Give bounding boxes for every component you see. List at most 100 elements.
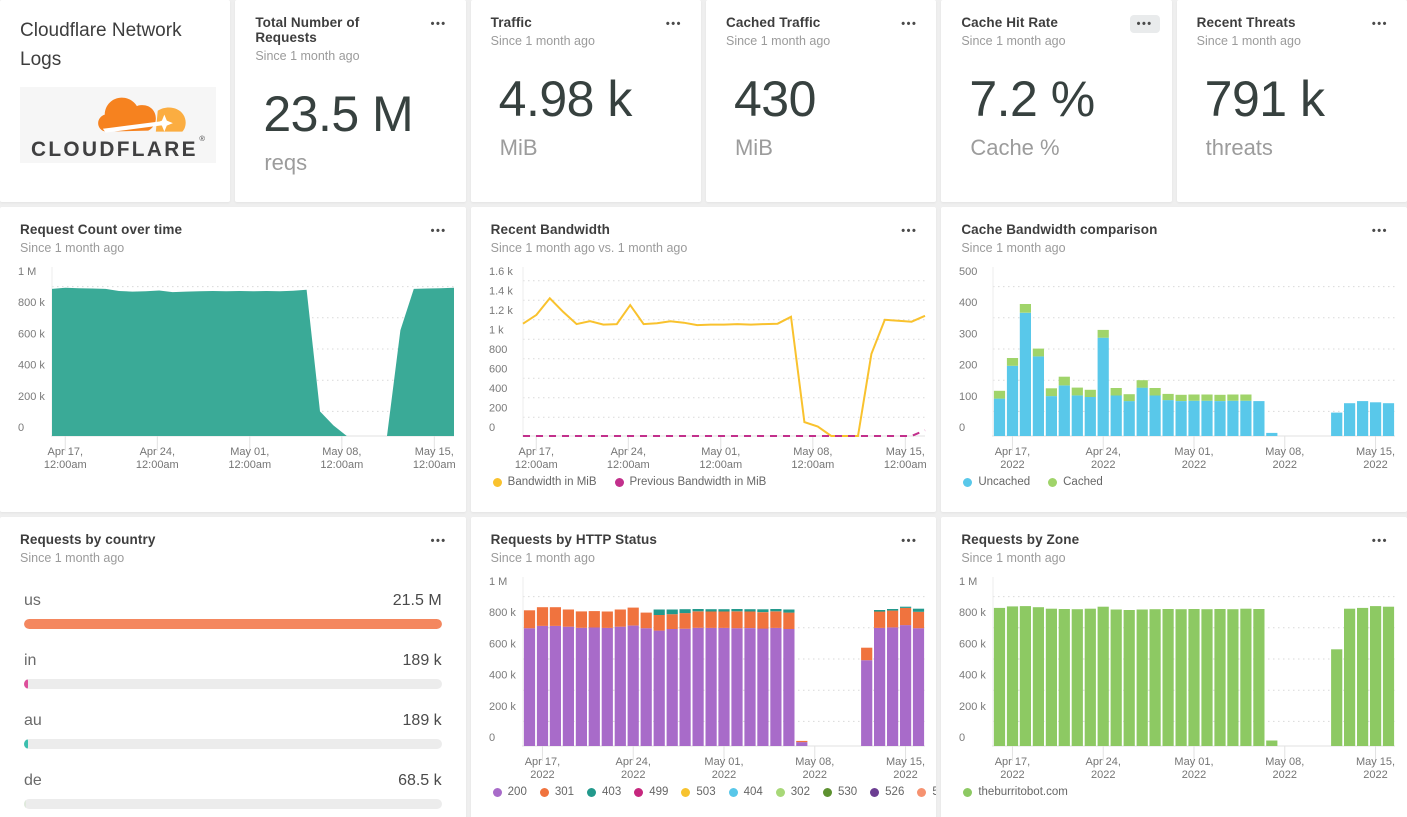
panel-title: Cache Bandwidth comparison	[961, 222, 1158, 237]
svg-text:Apr 17,: Apr 17,	[995, 756, 1030, 768]
ellipsis-icon: •••	[1371, 535, 1388, 547]
svg-text:100: 100	[959, 391, 977, 403]
legend-item: 302	[775, 786, 810, 798]
panel-menu-button[interactable]: •••	[894, 532, 924, 550]
svg-text:600 k: 600 k	[489, 638, 516, 650]
cloudflare-logo-image: CLOUDFLARE ®	[31, 97, 206, 160]
legend-item: 499	[634, 786, 668, 798]
panel-menu-button[interactable]: •••	[424, 222, 454, 240]
svg-text:May 01,: May 01,	[701, 446, 740, 458]
bandwidth-chart[interactable]: 1.6 k 1.4 k 1.2 k1 k 800 600 400 200 0 Apr 17, 12…	[471, 259, 937, 471]
country-label: in	[24, 652, 37, 669]
country-value: 189 k	[402, 652, 442, 669]
panel-subtitle: Since 1 month ago	[1196, 34, 1301, 48]
svg-text:1.4 k: 1.4 k	[489, 286, 513, 298]
stat-panel-total-requests: Total Number of Requests Since 1 month a…	[235, 0, 466, 202]
svg-text:May 15,: May 15,	[415, 446, 454, 458]
ellipsis-icon: •••	[901, 535, 918, 547]
legend-item: Cached	[1048, 476, 1103, 488]
country-label: de	[24, 772, 42, 789]
legend-dot-icon	[963, 477, 973, 487]
panel-menu-button[interactable]: •••	[894, 15, 924, 33]
svg-text:2022: 2022	[621, 769, 645, 781]
svg-text:12:00am: 12:00am	[320, 459, 363, 471]
svg-text:0: 0	[489, 422, 495, 434]
ellipsis-icon: •••	[430, 535, 447, 547]
panel-title: Recent Threats	[1196, 15, 1296, 30]
stat-panel-cache-hit-rate: Cache Hit Rate Since 1 month ago ••• 7.2…	[941, 0, 1172, 202]
country-bar-track	[24, 739, 442, 749]
svg-text:2022: 2022	[1001, 459, 1025, 471]
svg-text:2022: 2022	[1001, 769, 1025, 781]
legend-item: 530	[822, 786, 857, 798]
panel-menu-button[interactable]: •••	[1365, 222, 1395, 240]
svg-text:2022: 2022	[1273, 459, 1297, 471]
svg-text:12:00am: 12:00am	[791, 459, 834, 471]
stat-value: 791 k	[1204, 71, 1325, 127]
svg-text:May 01,: May 01,	[1175, 446, 1214, 458]
panel-menu-button[interactable]: •••	[1365, 532, 1395, 550]
legend-item: 200	[492, 786, 527, 798]
svg-text:May 15,: May 15,	[1356, 756, 1395, 768]
svg-text:2022: 2022	[1091, 769, 1115, 781]
svg-text:May 08,: May 08,	[793, 446, 832, 458]
panel-menu-button[interactable]: •••	[894, 222, 924, 240]
stat-panel-recent-threats: Recent Threats Since 1 month ago ••• 791…	[1176, 0, 1407, 202]
panel-menu-button[interactable]: •••	[1365, 15, 1395, 33]
legend-item: Uncached	[963, 476, 1030, 488]
svg-text:2022: 2022	[1364, 769, 1388, 781]
svg-text:Apr 24,: Apr 24,	[140, 446, 175, 458]
svg-text:200 k: 200 k	[959, 701, 986, 713]
cloudflare-logo: CLOUDFLARE ®	[20, 87, 217, 163]
legend-dot-icon	[1048, 477, 1058, 487]
http-status-legend: 200 301 403 499 503 404 302 530 526 524	[471, 786, 936, 798]
country-bar-track	[24, 799, 442, 809]
svg-text:1.2 k: 1.2 k	[489, 305, 513, 317]
panel-title: Traffic	[490, 15, 532, 30]
svg-text:12:00am: 12:00am	[884, 459, 927, 471]
svg-text:1 M: 1 M	[959, 576, 977, 588]
legend-dot-icon	[614, 477, 624, 487]
panel-subtitle: Since 1 month ago	[255, 49, 360, 63]
svg-text:May 08,: May 08,	[322, 446, 361, 458]
svg-text:500: 500	[959, 266, 977, 278]
panel-menu-button[interactable]: •••	[424, 15, 454, 33]
legend-item: 301	[539, 786, 574, 798]
cache-bandwidth-chart[interactable]: 500 400 300 200 100 0 Apr 17, 2022 Apr 24, 2022 Ma…	[941, 259, 1407, 471]
brand-panel: Cloudflare Network Logs CLOUDFLARE ®	[0, 0, 231, 202]
panel-menu-button[interactable]: •••	[1129, 15, 1160, 33]
legend-dot-icon	[917, 787, 927, 797]
panel-menu-button[interactable]: •••	[659, 15, 689, 33]
svg-text:2022: 2022	[802, 769, 826, 781]
panel-subtitle: Since 1 month ago	[490, 34, 595, 48]
zone-chart[interactable]: 1 M 800 k 600 k 400 k 200 k 0 Apr 17, 2022 Apr 2…	[941, 569, 1407, 781]
svg-text:May 15,: May 15,	[886, 756, 925, 768]
panel-subtitle: Since 1 month ago vs. 1 month ago	[490, 241, 688, 255]
ellipsis-icon: •••	[665, 18, 682, 30]
country-row-au: au 189 k	[24, 712, 442, 749]
dashboard-title: Cloudflare Network Logs	[20, 20, 182, 70]
country-value: 189 k	[402, 712, 442, 729]
svg-text:May 15,: May 15,	[1356, 446, 1395, 458]
panel-title: Cached Traffic	[725, 15, 821, 30]
svg-text:12:00am: 12:00am	[136, 459, 179, 471]
http-status-chart[interactable]: 1 M 800 k 600 k 400 k 200 k 0 Apr 17, 2022 Apr 2…	[471, 569, 937, 781]
legend-dot-icon	[634, 787, 644, 797]
svg-text:12:00am: 12:00am	[515, 459, 558, 471]
stat-value: 4.98 k	[498, 71, 633, 127]
country-row-us: us 21.5 M	[24, 592, 442, 629]
panel-menu-button[interactable]: •••	[424, 532, 454, 550]
panel-title: Total Number of Requests	[255, 15, 360, 45]
svg-text:600 k: 600 k	[959, 638, 986, 650]
svg-text:May 08,: May 08,	[1266, 446, 1305, 458]
stat-panel-cached-traffic: Cached Traffic Since 1 month ago ••• 430…	[705, 0, 937, 202]
svg-text:600 k: 600 k	[18, 328, 45, 340]
panel-requests-by-country: Requests by country Since 1 month ago ••…	[0, 517, 466, 817]
svg-text:400 k: 400 k	[18, 360, 45, 372]
svg-text:12:00am: 12:00am	[699, 459, 742, 471]
stat-value: 430	[733, 71, 816, 127]
country-value: 68.5 k	[398, 772, 442, 789]
svg-text:400: 400	[489, 383, 507, 395]
request-count-chart[interactable]: 1 M 800 k 600 k 400 k 200 k 0 Apr 17, 12:00am Ap…	[0, 259, 466, 471]
svg-text:2022: 2022	[711, 769, 735, 781]
